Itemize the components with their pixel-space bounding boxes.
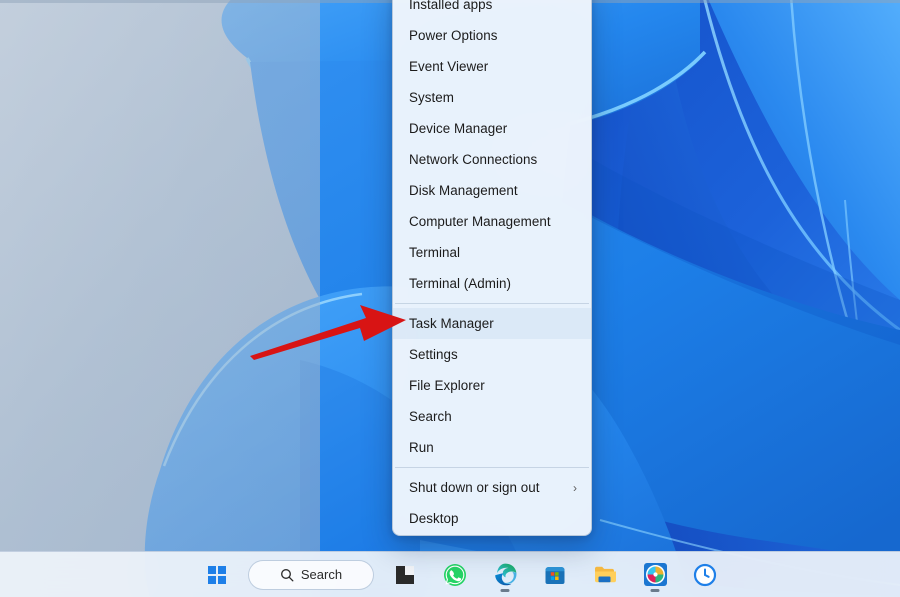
menu-item-label: Task Manager xyxy=(409,316,494,331)
menu-item-label: Terminal (Admin) xyxy=(409,276,511,291)
taskbar: Search xyxy=(0,551,900,597)
menu-item-settings[interactable]: Settings xyxy=(393,339,591,370)
chevron-right-icon: › xyxy=(572,480,577,495)
menu-item-label: Settings xyxy=(409,347,458,362)
menu-item-label: Run xyxy=(409,440,434,455)
menu-item-task-manager[interactable]: Task Manager xyxy=(393,308,591,339)
taskbar-center-group: Search xyxy=(198,557,717,593)
menu-item-label: Installed apps xyxy=(409,0,493,12)
menu-item-power-options[interactable]: Power Options xyxy=(393,20,591,51)
menu-separator xyxy=(395,467,589,468)
menu-item-computer-management[interactable]: Computer Management xyxy=(393,206,591,237)
menu-item-label: Search xyxy=(409,409,452,424)
search-icon xyxy=(280,568,294,581)
store-button[interactable] xyxy=(536,557,574,593)
start-button[interactable] xyxy=(198,557,236,593)
menu-item-file-explorer[interactable]: File Explorer xyxy=(393,370,591,401)
microsoft-edge-icon xyxy=(494,563,516,586)
menu-item-event-viewer[interactable]: Event Viewer xyxy=(393,51,591,82)
folder-icon xyxy=(594,566,616,583)
menu-item-shut-down-or-sign-out[interactable]: Shut down or sign out › xyxy=(393,472,591,503)
annotation-arrow xyxy=(250,305,406,360)
menu-item-label: Disk Management xyxy=(409,183,518,198)
menu-item-search[interactable]: Search xyxy=(393,401,591,432)
search-input[interactable]: Search xyxy=(248,559,374,590)
microsoft-store-icon xyxy=(545,566,565,584)
menu-item-disk-management[interactable]: Disk Management xyxy=(393,175,591,206)
menu-item-label: Terminal xyxy=(409,245,460,260)
whatsapp-button[interactable] xyxy=(436,557,474,593)
task-view-icon xyxy=(396,565,414,584)
clock-icon xyxy=(693,563,717,586)
windows-logo-icon xyxy=(208,565,226,584)
taskbar-active-indicator xyxy=(650,588,660,592)
menu-separator xyxy=(395,303,589,304)
file-explorer-button[interactable] xyxy=(586,557,624,593)
taskbar-active-indicator xyxy=(500,588,510,592)
slack-button[interactable] xyxy=(636,557,674,593)
menu-item-terminal[interactable]: Terminal xyxy=(393,237,591,268)
task-view-button[interactable] xyxy=(386,557,424,593)
menu-item-label: Network Connections xyxy=(409,152,538,167)
whatsapp-icon xyxy=(444,563,466,586)
menu-item-label: Shut down or sign out xyxy=(409,480,540,495)
menu-item-label: System xyxy=(409,90,454,105)
edge-button[interactable] xyxy=(486,557,524,593)
search-label: Search xyxy=(300,567,343,582)
menu-item-run[interactable]: Run xyxy=(393,432,591,463)
menu-item-network-connections[interactable]: Network Connections xyxy=(393,144,591,175)
menu-item-label: Device Manager xyxy=(409,121,508,136)
menu-item-label: File Explorer xyxy=(409,378,485,393)
clock-app-button[interactable] xyxy=(686,557,724,593)
menu-item-label: Event Viewer xyxy=(409,59,489,74)
desktop-screen: Search Installed apps Power Options Even… xyxy=(0,0,900,597)
menu-item-desktop[interactable]: Desktop xyxy=(393,503,591,534)
menu-item-system[interactable]: System xyxy=(393,82,591,113)
menu-item-terminal-admin[interactable]: Terminal (Admin) xyxy=(393,268,591,299)
menu-item-installed-apps[interactable]: Installed apps xyxy=(393,0,591,20)
slack-icon xyxy=(643,563,667,586)
menu-item-device-manager[interactable]: Device Manager xyxy=(393,113,591,144)
win-x-power-user-menu[interactable]: Installed apps Power Options Event Viewer S… xyxy=(392,0,592,536)
menu-item-label: Desktop xyxy=(409,511,459,526)
menu-item-label: Computer Management xyxy=(409,214,551,229)
menu-item-label: Power Options xyxy=(409,28,498,43)
